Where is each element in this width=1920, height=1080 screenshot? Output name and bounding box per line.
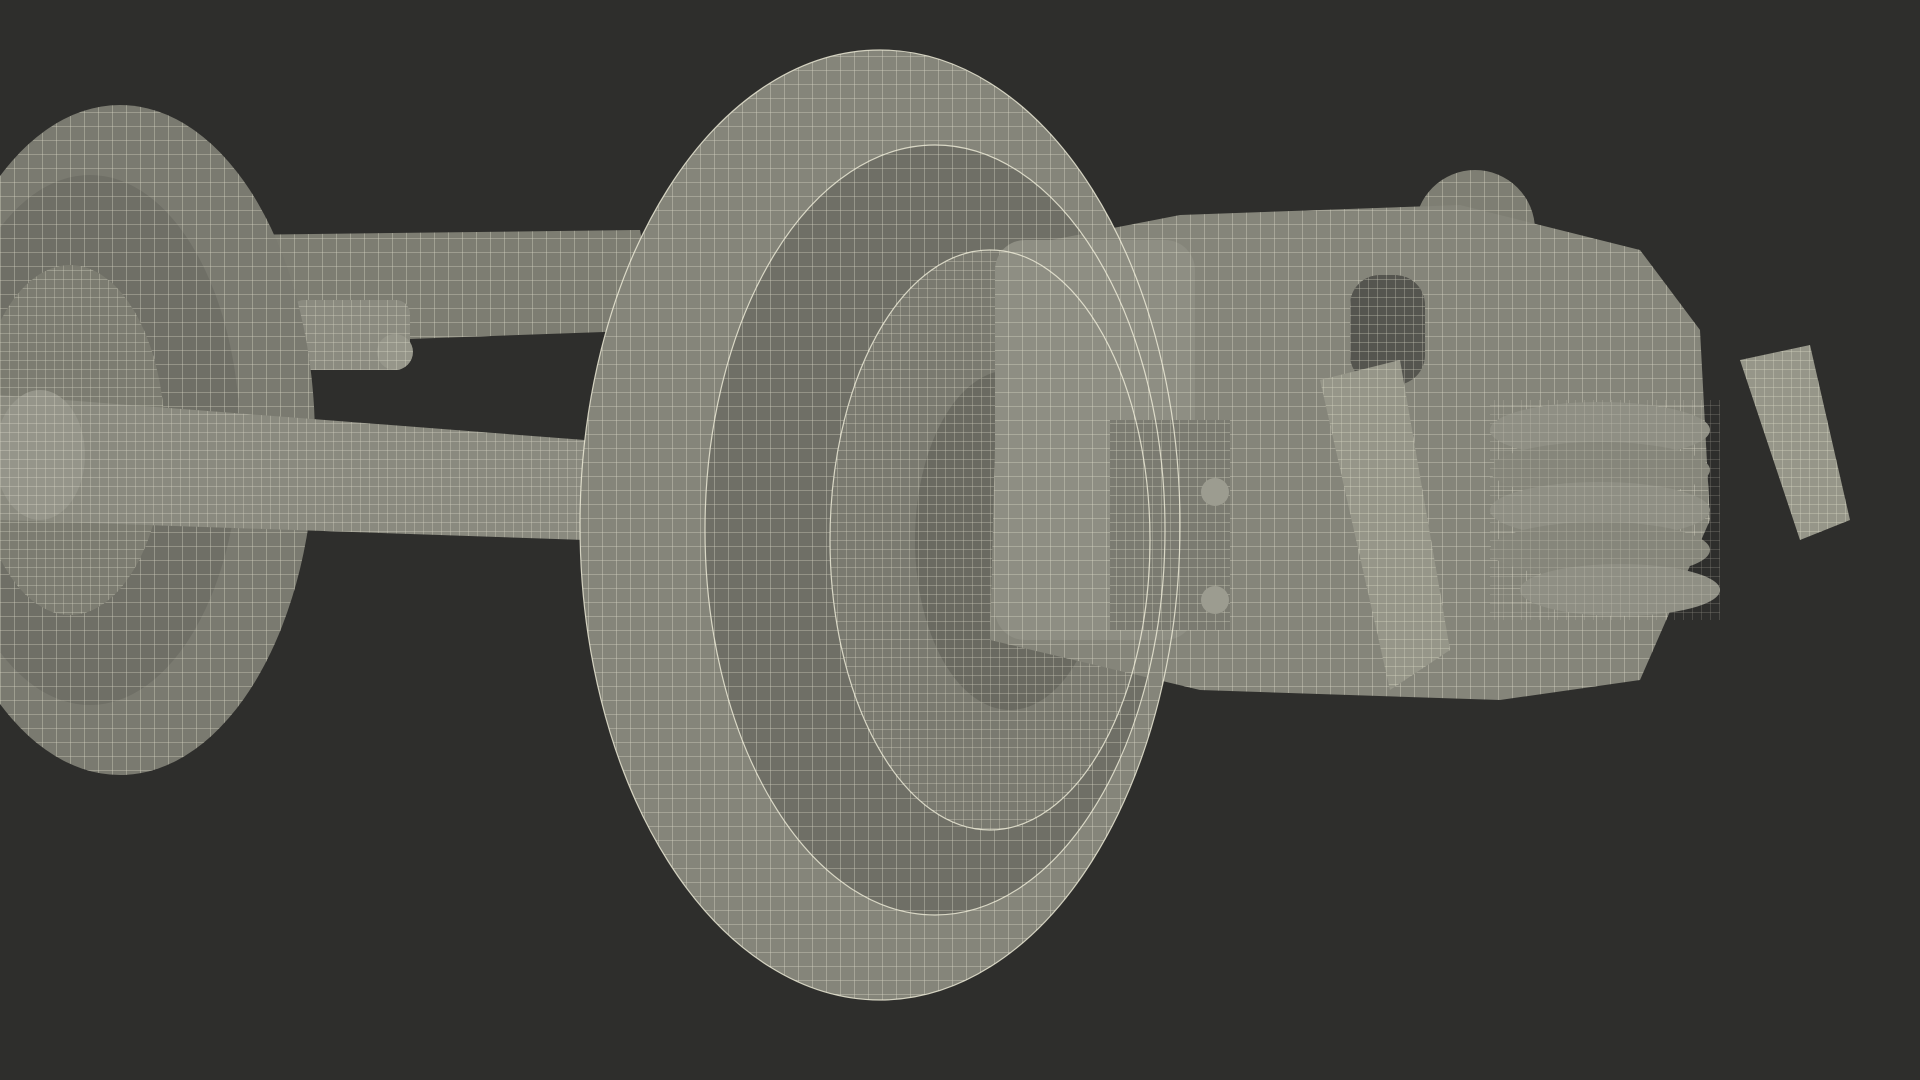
suspension-springs <box>1490 400 1720 620</box>
render-viewport <box>0 0 1920 1080</box>
